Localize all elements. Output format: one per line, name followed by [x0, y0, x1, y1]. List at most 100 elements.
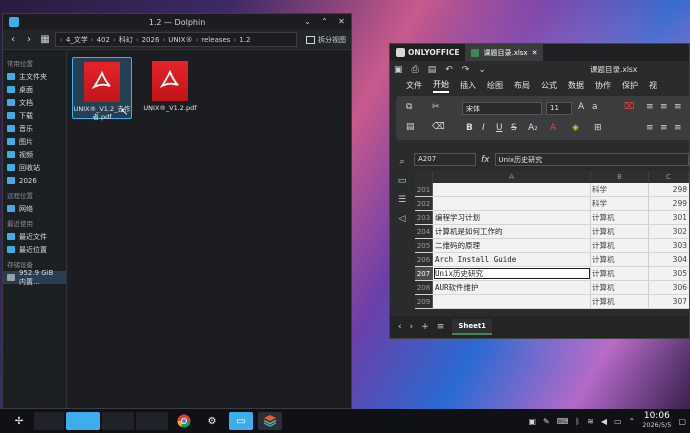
cell-a[interactable] — [433, 295, 591, 308]
paste-icon[interactable]: ▤ — [406, 122, 415, 132]
dolphin-taskbar-icon[interactable]: ▭ — [229, 412, 253, 430]
cell-b[interactable]: 计算机 — [591, 253, 649, 266]
undo-icon[interactable]: ↶ — [445, 65, 453, 75]
sidebar-item-2026[interactable]: 2026 — [3, 174, 66, 187]
cell-b[interactable]: 计算机 — [591, 267, 649, 280]
cell-c[interactable]: 301 — [649, 211, 689, 224]
breadcrumb-item[interactable]: 4_文学 — [66, 35, 88, 45]
search-icon[interactable]: ⌕ — [399, 157, 404, 167]
bold-icon[interactable]: B — [466, 123, 473, 133]
spreadsheet-grid[interactable]: A B C 201 科学 298 202 科学 299 203 编程学习计划 计算机 301 … — [415, 171, 689, 309]
borders-icon[interactable]: ⊞ — [594, 123, 602, 133]
sidebar-item-music[interactable]: 音乐 — [3, 122, 66, 135]
corner-cell[interactable] — [415, 171, 433, 183]
cell-a[interactable] — [433, 197, 591, 210]
quick-print-icon[interactable]: ▤ — [428, 65, 437, 75]
strikethrough-icon[interactable]: S — [511, 123, 517, 133]
cell-b[interactable]: 计算机 — [591, 239, 649, 252]
desktop-pager-1[interactable] — [34, 412, 64, 430]
underline-icon[interactable]: U — [496, 123, 503, 133]
desktop-pager-2[interactable] — [66, 412, 100, 430]
column-header-a[interactable]: A — [433, 171, 591, 183]
menu-file[interactable]: 文件 — [406, 80, 422, 91]
row-number[interactable]: 205 — [415, 239, 433, 252]
volume-icon[interactable]: ◀ — [601, 417, 607, 426]
close-tab-icon[interactable]: ✕ — [532, 49, 538, 57]
file-view[interactable]: UNIX®_V1.2_去作者.pdf UNIX®_V1.2.pdf — [68, 51, 351, 408]
increase-font-icon[interactable]: A — [578, 102, 584, 112]
tray-expand-icon[interactable]: ⌃ — [629, 417, 636, 426]
sidebar-item-documents[interactable]: 文档 — [3, 96, 66, 109]
row-number[interactable]: 208 — [415, 281, 433, 294]
sheet-tab[interactable]: Sheet1 — [452, 319, 493, 335]
row-number[interactable]: 201 — [415, 183, 433, 196]
align-left-icon[interactable]: ≡ — [646, 123, 654, 133]
network-icon[interactable]: ≋ — [587, 417, 594, 426]
sidebar-item-recent-locations[interactable]: 最近位置 — [3, 243, 66, 256]
document-tab[interactable]: 课题目录.xlsx ✕ — [465, 44, 544, 61]
cell-a[interactable]: Arch Install Guide — [433, 253, 591, 266]
feedback-icon[interactable]: ◁ — [399, 214, 406, 224]
subscript-icon[interactable]: A₂ — [528, 123, 538, 133]
cell-b[interactable]: 计算机 — [591, 281, 649, 294]
italic-icon[interactable]: I — [482, 123, 485, 133]
breadcrumb[interactable]: › 4_文学 › 402 › 科幻 › 2026 › UNIX® › relea… — [55, 32, 297, 47]
desktop-pager-4[interactable] — [136, 412, 168, 430]
close-icon[interactable]: ✕ — [336, 16, 347, 27]
fill-color-icon[interactable]: ◈ — [572, 123, 579, 133]
file-item[interactable]: UNIX®_V1.2.pdf — [140, 57, 200, 119]
align-right-icon[interactable]: ≡ — [674, 123, 682, 133]
battery-icon[interactable]: ▭ — [614, 417, 622, 426]
menu-layout[interactable]: 布局 — [514, 80, 530, 91]
minimize-icon[interactable]: ⌄ — [302, 16, 313, 27]
view-mode-icon[interactable]: ▦ — [39, 34, 51, 45]
cell-a[interactable] — [433, 183, 591, 196]
cell-c[interactable]: 305 — [649, 267, 689, 280]
font-size-select[interactable]: 11 — [546, 102, 572, 115]
cut-icon[interactable]: ✂ — [432, 102, 440, 112]
back-icon[interactable]: ‹ — [7, 34, 19, 45]
clear-icon[interactable]: ⌧ — [624, 102, 634, 112]
cell-c[interactable]: 302 — [649, 225, 689, 238]
cell-c[interactable]: 299 — [649, 197, 689, 210]
redo-icon[interactable]: ↷ — [462, 65, 470, 75]
align-bottom-icon[interactable]: ≡ — [674, 102, 682, 112]
print-icon[interactable]: ⎙ — [412, 65, 419, 75]
format-painter-icon[interactable]: ⌫ — [432, 122, 445, 132]
font-color-icon[interactable]: A — [550, 123, 556, 133]
row-number[interactable]: 207 — [415, 267, 433, 280]
row-number[interactable]: 209 — [415, 295, 433, 308]
function-icon[interactable]: fx — [481, 155, 490, 165]
show-desktop-icon[interactable]: ▢ — [678, 417, 686, 426]
cell-a[interactable]: 编程学习计划 — [433, 211, 591, 224]
chat-icon[interactable]: ☰ — [398, 195, 406, 205]
input-method-icon[interactable]: ⌨ — [557, 417, 569, 426]
clipboard-icon[interactable]: ✎ — [543, 417, 550, 426]
column-header-b[interactable]: B — [591, 171, 649, 183]
save-icon[interactable]: ▣ — [394, 65, 403, 75]
breadcrumb-item[interactable]: 2026 — [142, 36, 160, 44]
cell-b[interactable]: 科学 — [591, 197, 649, 210]
menu-view[interactable]: 视 — [649, 80, 657, 91]
cell-b[interactable]: 科学 — [591, 183, 649, 196]
cell-b[interactable]: 计算机 — [591, 295, 649, 308]
maximize-icon[interactable]: ⌃ — [319, 16, 330, 27]
breadcrumb-item[interactable]: 1.2 — [239, 36, 250, 44]
chrome-icon[interactable] — [174, 412, 194, 430]
sidebar-item-recent-files[interactable]: 最近文件 — [3, 230, 66, 243]
cell-b[interactable]: 计算机 — [591, 211, 649, 224]
breadcrumb-item[interactable]: UNIX® — [168, 36, 192, 44]
forward-icon[interactable]: › — [23, 34, 35, 45]
bluetooth-icon[interactable]: ᛒ — [575, 417, 580, 426]
sidebar-item-desktop[interactable]: 桌面 — [3, 83, 66, 96]
menu-data[interactable]: 数据 — [568, 80, 584, 91]
menu-draw[interactable]: 绘图 — [487, 80, 503, 91]
sheet-list-icon[interactable]: ≡ — [437, 322, 445, 332]
sidebar-item-drive[interactable]: 952.9 GiB 内置... — [3, 269, 66, 286]
cell-b[interactable]: 计算机 — [591, 225, 649, 238]
add-sheet-icon[interactable]: + — [421, 322, 429, 332]
breadcrumb-item[interactable]: 科幻 — [119, 35, 133, 45]
cell-c[interactable]: 304 — [649, 253, 689, 266]
desktop-pager-3[interactable] — [102, 412, 134, 430]
sidebar-item-home[interactable]: 主文件夹 — [3, 70, 66, 83]
